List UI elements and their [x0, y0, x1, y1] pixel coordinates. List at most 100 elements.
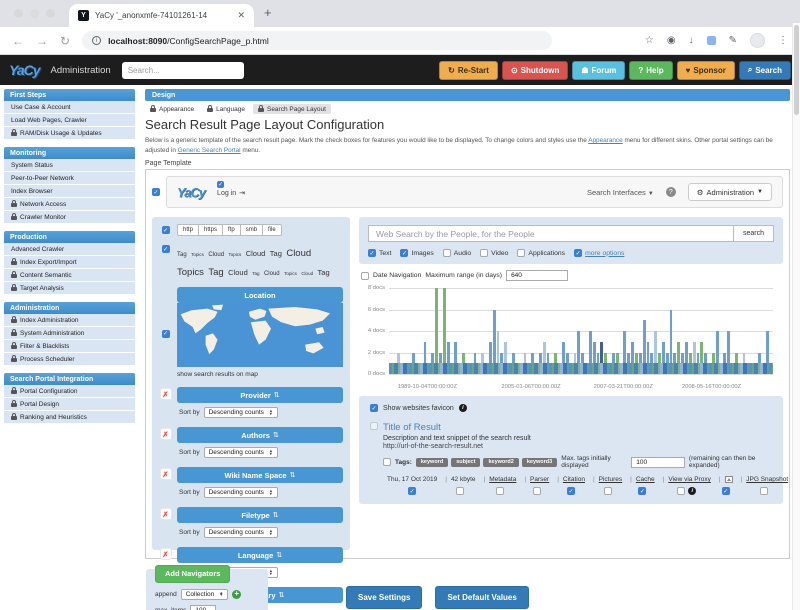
add-navigators-button[interactable]: Add Navigators [155, 565, 230, 583]
more-options-link[interactable]: more options [585, 250, 624, 257]
sidebar-item-system-administration[interactable]: System Administration [4, 327, 135, 340]
extension-pen-icon[interactable]: ✎ [729, 35, 737, 46]
sort-select[interactable]: Descending counts▲▼ [204, 487, 278, 498]
preview-search-input[interactable]: Web Search by the People, for the People [368, 225, 734, 242]
profile-avatar[interactable] [750, 33, 765, 48]
navigator-header[interactable]: Wiki Name Space⇅ [177, 467, 343, 483]
meta-checkbox[interactable] [722, 487, 730, 495]
navigator-header[interactable]: Authors⇅ [177, 427, 343, 443]
meta-checkbox[interactable] [604, 487, 612, 495]
tag-cloud-word[interactable]: Tag [252, 271, 259, 276]
login-visible-checkbox[interactable] [217, 181, 224, 188]
info-icon[interactable] [459, 404, 467, 412]
sidebar-item-index-administration[interactable]: Index Administration [4, 314, 135, 327]
remove-navigator-icon[interactable] [161, 389, 171, 399]
tag-cloud-word[interactable]: Cloud [264, 271, 280, 277]
new-tab-button[interactable]: + [264, 5, 272, 20]
yacy-logo[interactable]: YaCy [9, 62, 40, 78]
appearance-link[interactable]: Appearance [588, 137, 622, 144]
meta-checkbox[interactable] [567, 487, 575, 495]
sort-select[interactable]: Descending counts▲▼ [204, 407, 278, 418]
download-icon[interactable]: ↓ [689, 35, 694, 46]
remove-navigator-icon[interactable] [161, 429, 171, 439]
login-label[interactable]: Log in [217, 190, 236, 197]
bookmark-star-icon[interactable]: ☆ [645, 35, 654, 46]
sidebar-item-crawler-monitor[interactable]: Crawler Monitor [4, 211, 135, 224]
text-checkbox[interactable] [368, 249, 376, 257]
result-title-checkbox[interactable] [370, 422, 378, 430]
images-checkbox[interactable] [400, 249, 408, 257]
tag-cloud-word[interactable]: Topics [229, 252, 242, 257]
browser-tab[interactable]: Y YaCy '_anonxmfe-74101261-14 ✕ [69, 4, 254, 27]
sidebar-item-advanced-crawler[interactable]: Advanced Crawler [4, 243, 135, 256]
protocols-visible-checkbox[interactable] [162, 226, 170, 234]
navbar-search-input[interactable]: Search... [122, 62, 244, 79]
reload-icon[interactable]: ↻ [60, 34, 70, 48]
forum-button[interactable]: ☗Forum [572, 61, 625, 80]
meta-item-label[interactable]: Parser [524, 476, 549, 483]
navigator-header[interactable]: Provider⇅ [177, 387, 343, 403]
meta-checkbox[interactable] [677, 487, 685, 495]
sidebar-item-portal-configuration[interactable]: Portal Configuration [4, 385, 135, 398]
sidebar-item-content-semantic[interactable]: Content Semantic [4, 269, 135, 282]
address-bar[interactable]: i localhost:8090/ConfigSearchPage_p.html [82, 31, 552, 50]
sidebar-item-ram-disk-usage-updates[interactable]: RAM/Disk Usage & Updates [4, 127, 135, 140]
sidebar-item-index-export-import[interactable]: Index Export/Import [4, 256, 135, 269]
tag-cloud-word[interactable]: Cloud [286, 248, 311, 259]
sidebar-item-peer-to-peer-network[interactable]: Peer-to-Peer Network [4, 172, 135, 185]
tag-cloud-word[interactable]: Topics [191, 252, 204, 257]
save-settings-button[interactable]: Save Settings [346, 586, 422, 609]
meta-checkbox[interactable] [533, 487, 541, 495]
sidebar-item-system-status[interactable]: System Status [4, 159, 135, 172]
meta-checkbox[interactable] [496, 487, 504, 495]
favicon-visible-checkbox[interactable] [370, 404, 378, 412]
tab-search-page-layout[interactable]: Search Page Layout [253, 104, 331, 114]
meta-item-label[interactable]: View via Proxy [663, 476, 711, 483]
protocol-button-smb[interactable]: smb [241, 224, 263, 236]
info-icon[interactable] [688, 487, 696, 495]
sidebar-item-process-scheduler[interactable]: Process Scheduler [4, 353, 135, 366]
meta-item-label[interactable]: JPG Snapshot [741, 476, 789, 483]
help-button[interactable]: ?Help [629, 61, 672, 80]
tab-appearance[interactable]: Appearance [145, 104, 199, 114]
remove-navigator-icon[interactable] [161, 549, 171, 559]
sidebar-item-ranking-and-heuristics[interactable]: Ranking and Heuristics [4, 411, 135, 424]
protocol-button-file[interactable]: file [263, 224, 282, 236]
maximize-window-button[interactable] [46, 9, 55, 18]
more-options-checkbox[interactable] [574, 249, 582, 257]
window-controls[interactable] [14, 9, 55, 18]
protocol-button-http[interactable]: http [177, 224, 199, 236]
forward-icon[interactable]: → [36, 34, 48, 48]
shutdown-button[interactable]: ⊙Shutdown [502, 61, 568, 80]
audio-checkbox[interactable] [443, 249, 451, 257]
max-items-input[interactable]: 100 [190, 605, 216, 610]
sidebar-item-target-analysis[interactable]: Target Analysis [4, 282, 135, 295]
header-visible-checkbox[interactable] [152, 188, 160, 196]
browser-menu-icon[interactable]: ⋮ [778, 35, 788, 46]
applications-checkbox[interactable] [517, 249, 525, 257]
tab-close-icon[interactable]: ✕ [237, 10, 245, 21]
max-range-input[interactable]: 640 [506, 270, 568, 281]
date-navigation-checkbox[interactable] [361, 272, 369, 280]
protocol-button-https[interactable]: https [199, 224, 223, 236]
meta-checkbox[interactable] [638, 487, 646, 495]
minimize-window-button[interactable] [30, 9, 39, 18]
meta-checkbox[interactable] [760, 487, 768, 495]
tag-cloud-word[interactable]: Cloud [246, 249, 266, 258]
tag-cloud-word[interactable]: Cloud [228, 268, 248, 277]
meta-checkbox[interactable] [408, 487, 416, 495]
meta-item-label[interactable]: Cache [630, 476, 655, 483]
location-visible-checkbox[interactable] [162, 330, 170, 338]
extension-camera-icon[interactable]: ◉ [667, 35, 676, 46]
tag-cloud-word[interactable]: Tag [318, 268, 330, 277]
meta-item-label[interactable]: Citation [557, 476, 585, 483]
remove-navigator-icon[interactable] [161, 469, 171, 479]
meta-item-label[interactable]: Pictures [593, 476, 622, 483]
navigator-header[interactable]: Filetype⇅ [177, 507, 343, 523]
result-title[interactable]: Title of Result [383, 422, 441, 433]
tag-cloud-word[interactable]: Cloud [301, 271, 313, 276]
generic-search-portal-link[interactable]: Generic Search Portal [178, 147, 241, 154]
tag-cloud-word[interactable]: Tag [208, 267, 223, 278]
help-question-icon[interactable]: ? [666, 187, 676, 197]
meta-checkbox[interactable] [456, 487, 464, 495]
